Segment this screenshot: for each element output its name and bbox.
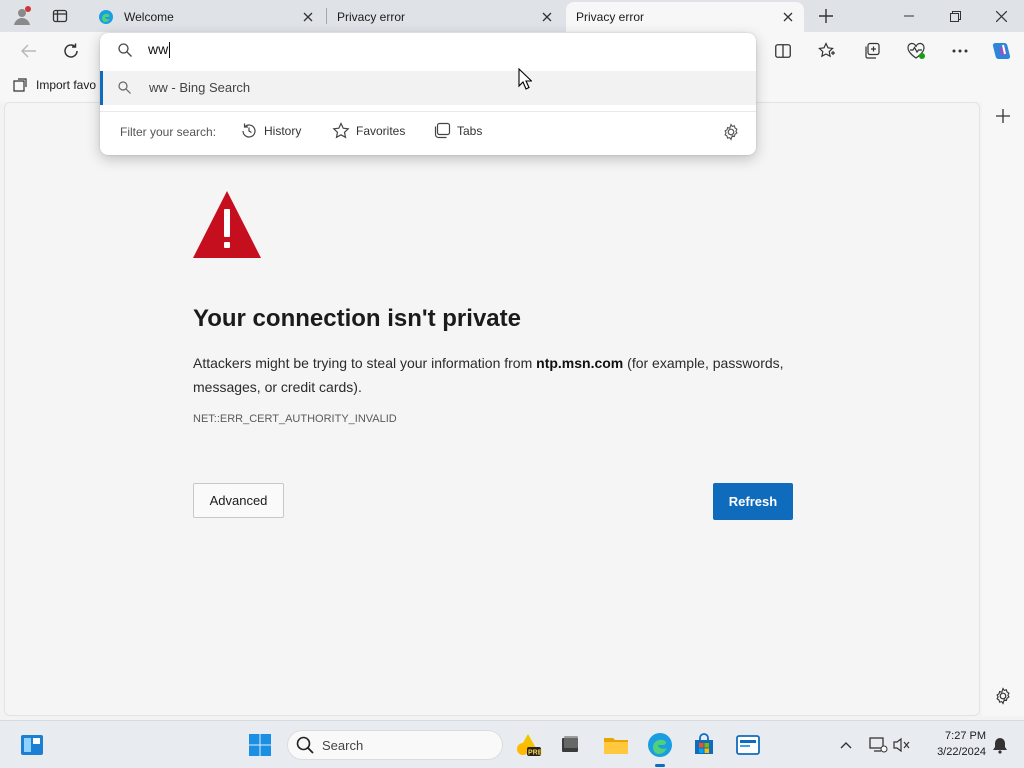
profile-icon[interactable] [8,4,36,28]
taskbar-search[interactable]: Search [287,730,503,760]
notification-bell-icon[interactable] [984,729,1016,761]
mouse-pointer-icon [518,67,533,95]
tab-title: Privacy error [337,10,406,24]
add-sidebar-app-icon[interactable] [989,102,1017,130]
search-icon [118,81,131,99]
address-input[interactable]: ww [148,41,728,59]
clock-time: 7:27 PM [945,730,986,742]
start-windows-icon[interactable] [244,729,276,761]
collections-icon[interactable] [857,37,887,65]
import-favorites-button[interactable]: Import favo [12,77,96,93]
error-code: NET::ERR_CERT_AUTHORITY_INVALID [193,413,397,425]
import-favorites-label: Import favo [36,78,97,92]
filter-favorites-button[interactable]: Favorites [332,122,405,140]
taskbar: Search PRE 7:27 PM 3/22/2024 [0,720,1024,768]
star-icon [332,122,350,139]
advanced-button[interactable]: Advanced [193,483,284,518]
warning-triangle-icon [193,191,261,264]
task-view-icon[interactable] [554,729,586,761]
file-explorer-icon[interactable] [600,729,632,761]
filter-tabs-button[interactable]: Tabs [434,122,482,139]
volume-muted-icon[interactable] [886,729,918,761]
show-hidden-icons-chevron-icon[interactable] [830,729,862,761]
address-bar[interactable]: ww [100,33,756,69]
copilot-preview-icon[interactable]: PRE [512,729,544,761]
copilot-icon[interactable] [987,37,1017,65]
search-icon [118,43,132,62]
minimize-button[interactable] [886,0,932,32]
tab-welcome[interactable]: Welcome [88,2,324,32]
tab-privacy-error-1[interactable]: Privacy error [327,2,563,32]
desc-host: ntp.msn.com [536,355,624,371]
filter-favorites-label: Favorites [356,124,406,138]
divider [100,111,756,112]
close-tab-icon[interactable] [298,7,318,27]
notepad-app-icon[interactable] [732,729,764,761]
filter-history-label: History [264,124,302,138]
filter-history-button[interactable]: History [240,122,301,140]
tab-privacy-error-2[interactable]: Privacy error [566,2,804,32]
tab-actions-icon[interactable] [46,4,74,28]
tab-title: Welcome [124,10,174,24]
taskbar-search-label: Search [322,737,364,753]
page-title: Your connection isn't private [193,305,521,332]
text-caret [169,42,171,59]
edge-taskbar-icon[interactable] [644,729,676,761]
suggestion-item-bing[interactable]: ww - Bing Search [100,71,756,105]
favorites-icon[interactable] [812,37,842,65]
close-window-button[interactable] [978,0,1024,32]
suggestion-text: ww - Bing Search [149,80,251,95]
address-suggestions-dropdown: ww ww - Bing Search Filter your search: … [100,33,756,155]
widgets-icon[interactable] [16,729,48,761]
close-tab-icon[interactable] [537,7,557,27]
tab-title: Privacy error [576,10,645,24]
split-screen-icon[interactable] [768,37,798,65]
error-page: Your connection isn't private Attackers … [4,102,980,716]
browser-essentials-icon[interactable] [901,37,931,65]
clock-date: 3/22/2024 [937,746,986,758]
edge-icon [98,9,114,25]
active-app-indicator [655,764,665,767]
refresh-button[interactable] [56,37,86,65]
desc-text: Attackers might be trying to steal your … [193,355,537,371]
history-icon [242,123,256,138]
tabs-icon [434,122,451,139]
new-tab-button[interactable] [812,4,840,28]
error-description: Attackers might be trying to steal your … [193,351,803,399]
search-settings-gear-icon[interactable] [722,123,740,146]
sidebar-settings-icon[interactable] [989,682,1017,710]
settings-more-icon[interactable] [945,37,975,65]
svg-text:PRE: PRE [528,750,542,757]
search-icon [296,736,314,754]
edge-sidebar [982,102,1024,716]
tab-strip: Welcome Privacy error Privacy error [0,0,1024,32]
import-icon [13,78,27,92]
address-input-text: ww [148,41,169,57]
filter-label: Filter your search: [120,125,217,139]
close-tab-icon[interactable] [778,7,798,27]
clock[interactable]: 7:27 PM 3/22/2024 [920,728,986,760]
filter-tabs-label: Tabs [457,123,483,138]
back-button[interactable] [14,37,44,65]
microsoft-store-icon[interactable] [688,729,720,761]
refresh-page-button[interactable]: Refresh [713,483,793,520]
restore-button[interactable] [932,0,978,32]
